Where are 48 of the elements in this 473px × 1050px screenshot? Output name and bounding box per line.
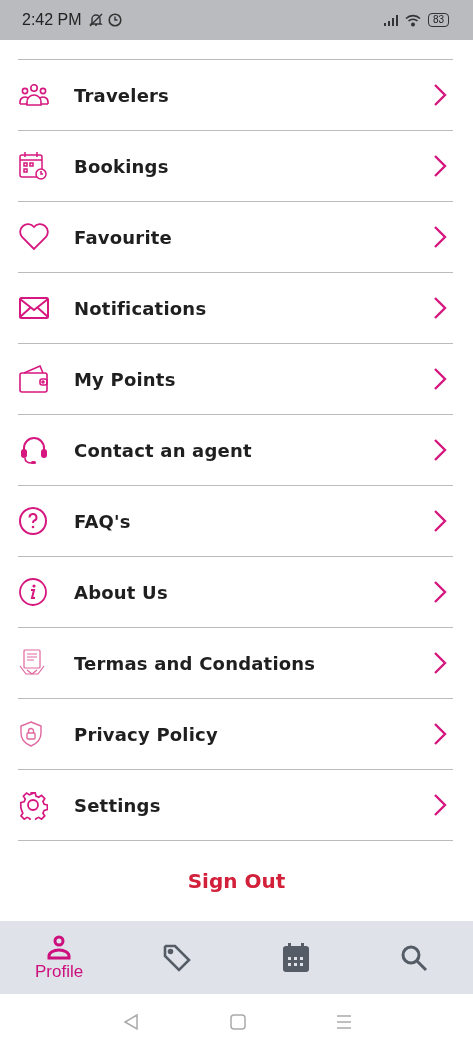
nav-tab[interactable]: Profile <box>0 921 119 994</box>
menu-item[interactable]: Favourite <box>18 202 453 273</box>
question-icon <box>18 506 48 536</box>
settings-icon <box>18 790 48 820</box>
menu-item[interactable]: Settings <box>18 770 453 841</box>
chevron-right-icon <box>433 793 447 817</box>
menu-item[interactable]: FAQ's <box>18 486 453 557</box>
chevron-right-icon <box>433 225 447 249</box>
menu-item[interactable]: Notifications <box>18 273 453 344</box>
wallet-icon <box>18 364 50 394</box>
home-icon[interactable] <box>229 1014 246 1030</box>
chevron-right-icon <box>433 367 447 391</box>
menu-item[interactable]: Travelers <box>18 60 453 131</box>
envelope-icon <box>18 296 50 320</box>
chevron-right-icon <box>433 580 447 604</box>
calendar-clock-icon <box>18 151 48 181</box>
chevron-right-icon <box>433 154 447 178</box>
menu-item[interactable]: About Us <box>18 557 453 628</box>
chevron-right-icon <box>433 509 447 533</box>
chevron-right-icon <box>433 296 447 320</box>
chevron-right-icon <box>433 83 447 107</box>
menu-item[interactable]: Bookings <box>18 131 453 202</box>
headset-icon <box>18 434 50 466</box>
menu-item[interactable]: Contact an agent <box>18 415 453 486</box>
chevron-right-icon <box>433 651 447 675</box>
status-time: 2:42 PM <box>22 11 82 29</box>
info-icon <box>18 577 48 607</box>
sign-out-button[interactable]: Sign Out <box>179 865 294 897</box>
search-icon <box>399 943 428 972</box>
heart-icon <box>18 223 50 251</box>
people-icon <box>18 83 50 107</box>
menu-item[interactable]: My Points <box>18 344 453 415</box>
calendar-icon <box>281 942 310 973</box>
menu-icon[interactable] <box>335 1015 352 1029</box>
person-icon <box>46 933 73 960</box>
wifi-icon <box>404 13 421 27</box>
chevron-right-icon <box>433 722 447 746</box>
back-icon[interactable] <box>121 1013 140 1031</box>
muted-bell-icon <box>87 12 104 28</box>
signal-icon <box>383 14 401 26</box>
menu-item[interactable]: Privacy Policy <box>18 699 453 770</box>
battery-indicator: 83 <box>427 13 449 27</box>
chevron-right-icon <box>433 438 447 462</box>
shield-lock-icon <box>18 720 44 748</box>
document-handshake-icon <box>18 648 46 678</box>
menu-item[interactable]: Termas and Condations <box>18 628 453 699</box>
tag-icon <box>162 942 193 973</box>
clock-icon <box>107 13 122 27</box>
